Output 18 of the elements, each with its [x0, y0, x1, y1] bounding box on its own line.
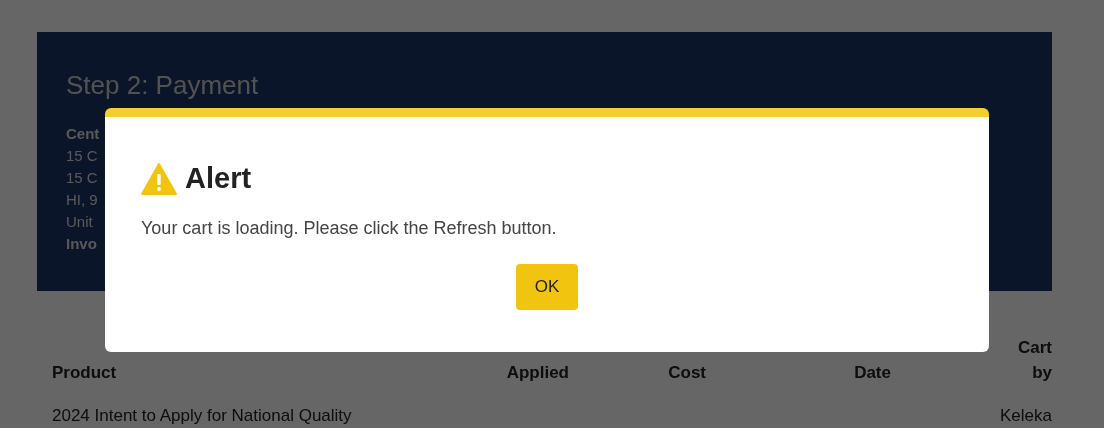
- column-header: Cost: [667, 362, 706, 384]
- address-line: 15 C: [66, 146, 98, 167]
- table-cell-text: 2024 Intent to Apply for National Quality: [52, 405, 353, 427]
- column-header: Applied: [505, 362, 569, 384]
- address-label: Invo: [66, 234, 97, 255]
- address-line: 15 C: [66, 168, 98, 189]
- column-header: Date: [853, 362, 891, 384]
- address-label: Cent: [66, 124, 100, 145]
- table-cell-text: Keleka: [999, 405, 1052, 427]
- warning-icon: [141, 162, 177, 195]
- column-header: Product: [52, 362, 118, 384]
- panel-title: Step 2: Payment: [66, 70, 260, 102]
- dialog-title: Alert: [185, 161, 252, 196]
- dialog-message: Your cart is loading. Please click the Refresh button.: [141, 216, 558, 240]
- ok-button[interactable]: OK: [516, 263, 578, 310]
- address-line: HI, 9: [66, 190, 98, 211]
- address-line: Unit: [66, 212, 93, 233]
- column-header: Cart by: [1017, 337, 1052, 384]
